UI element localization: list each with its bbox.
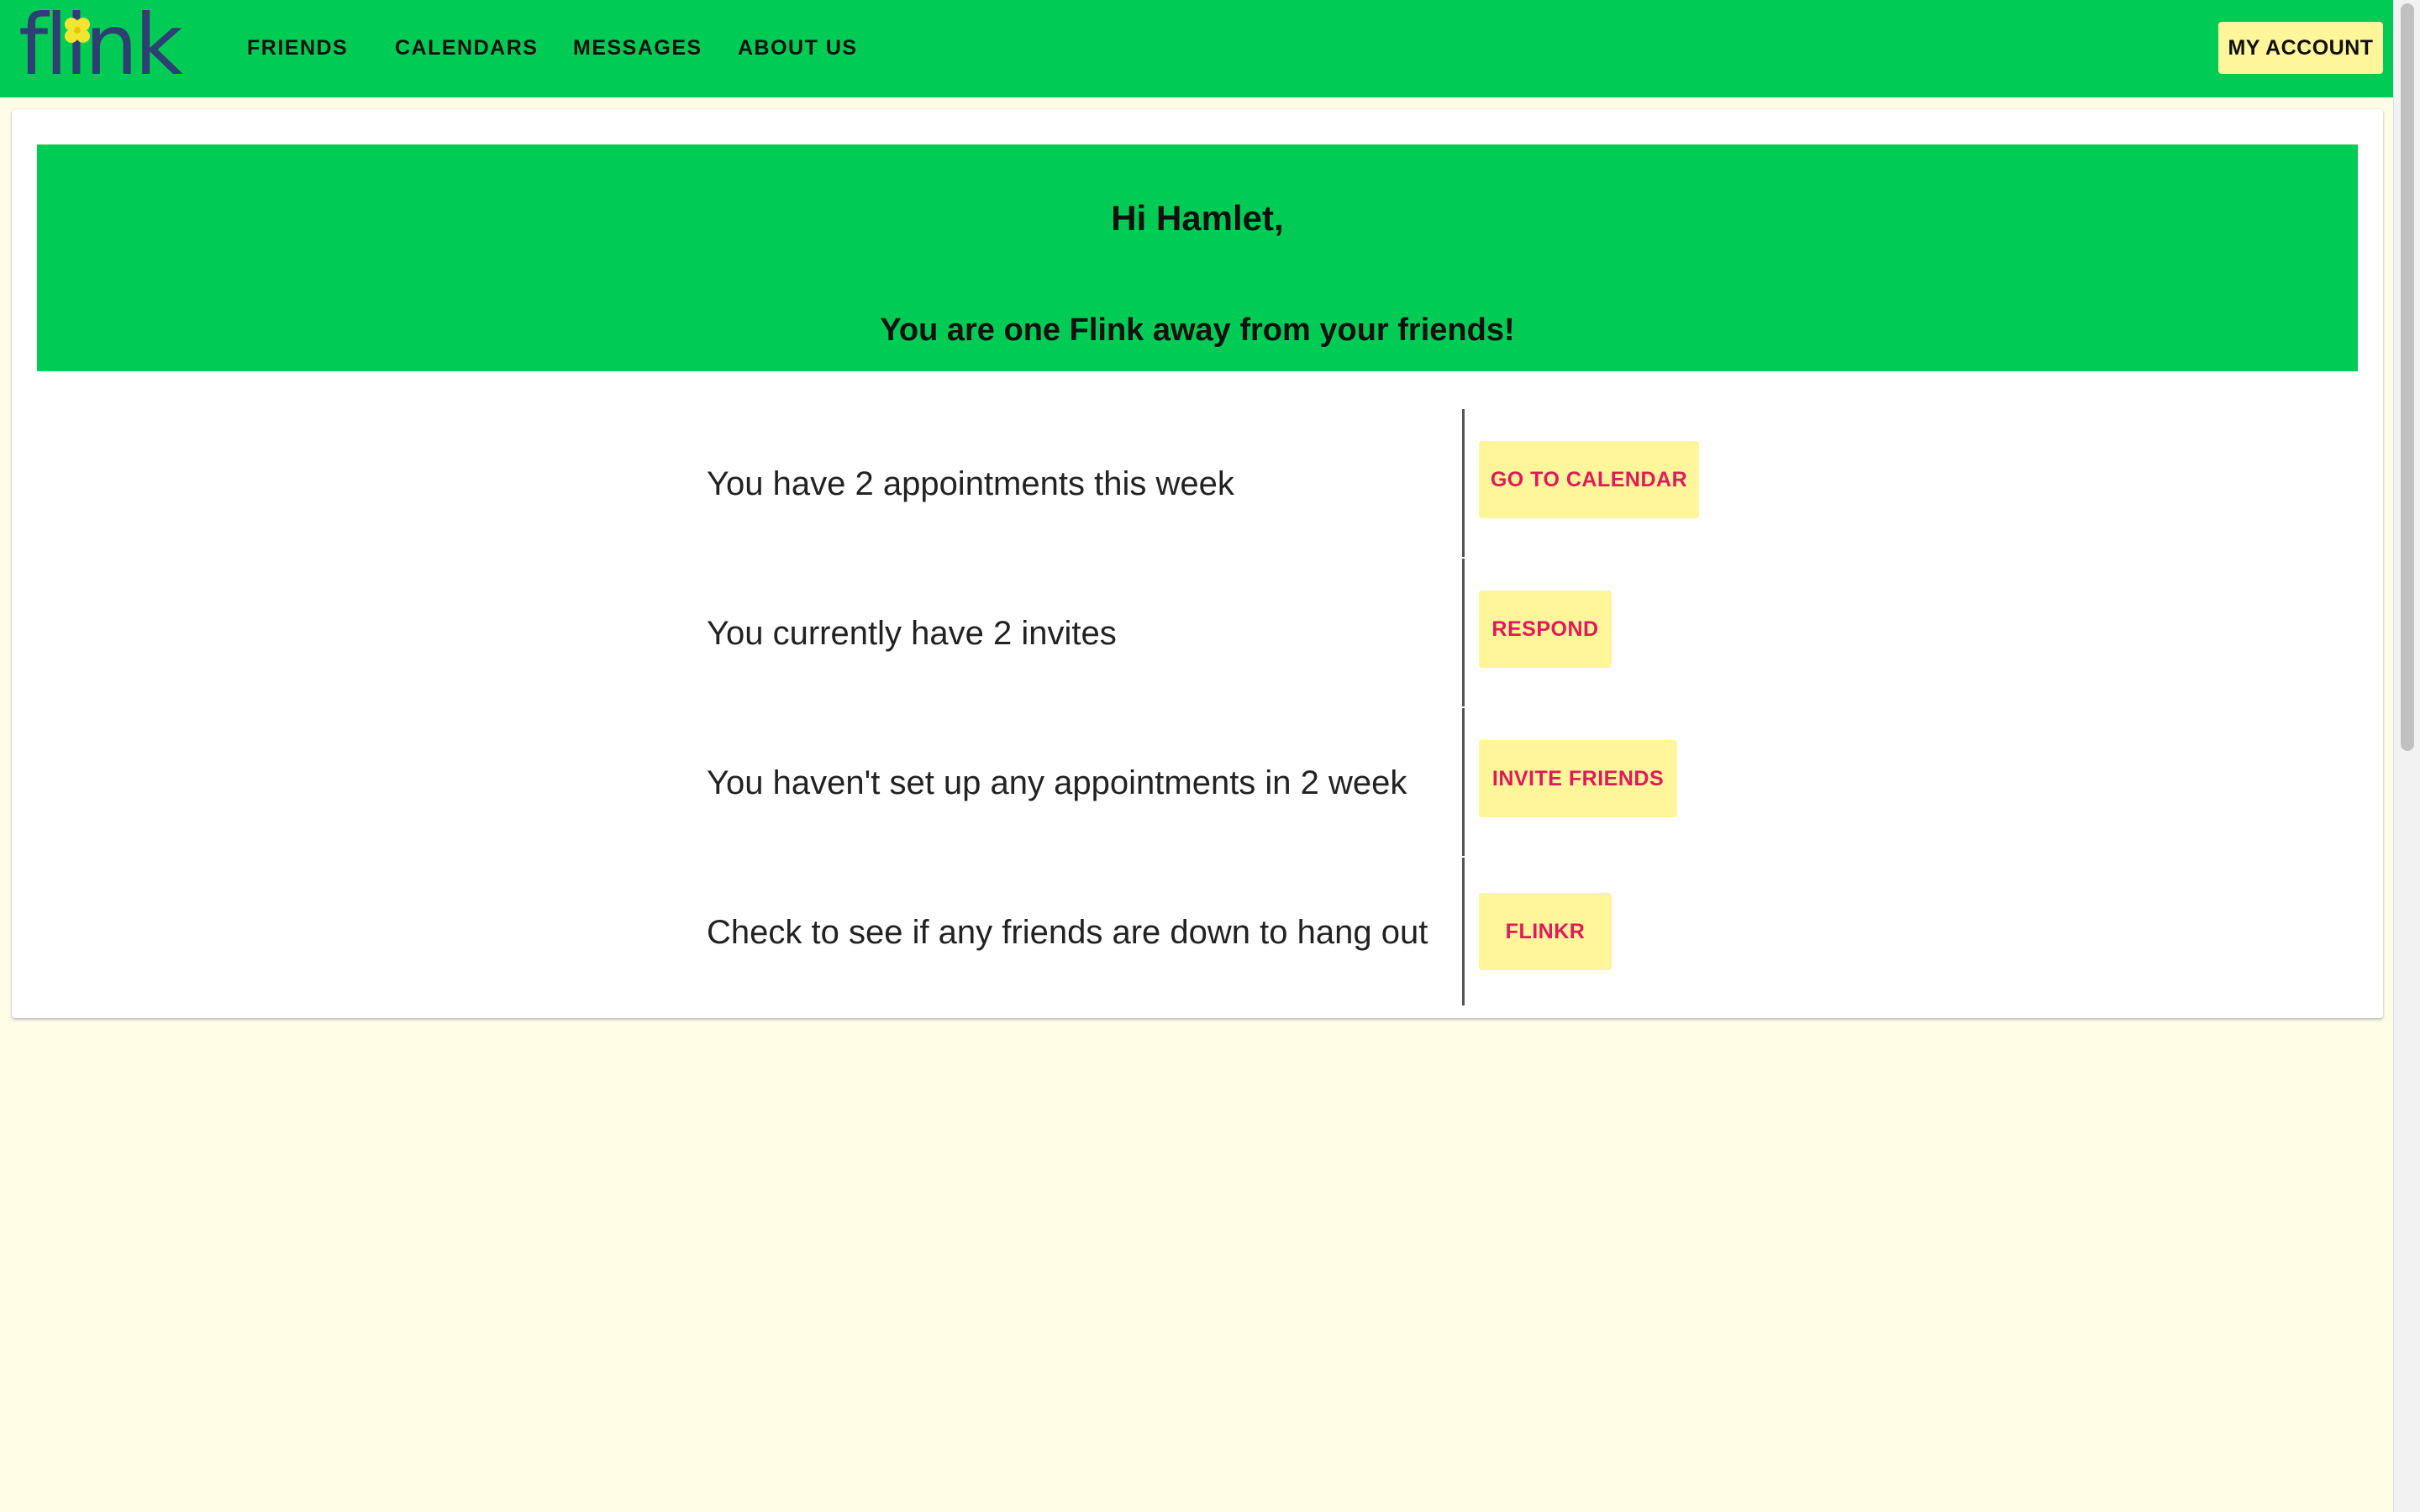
hang-out-row: Check to see if any friends are down to … xyxy=(12,858,2383,1007)
nav-friends[interactable]: FRIENDS xyxy=(247,34,348,62)
flinkr-button[interactable]: FLINKR xyxy=(1479,893,1612,970)
top-navbar: flink FRIENDS CALENDARS MESSAGES ABOUT U… xyxy=(0,0,2393,97)
no-appointments-text: You haven't set up any appointments in 2… xyxy=(707,764,1407,801)
row-divider xyxy=(1462,708,1465,856)
welcome-banner: Hi Hamlet, You are one Flink away from y… xyxy=(37,144,2358,371)
row-divider xyxy=(1462,858,1465,1005)
flower-icon xyxy=(65,18,90,43)
dashboard-card: Hi Hamlet, You are one Flink away from y… xyxy=(12,109,2383,1018)
logo-text: flink xyxy=(18,0,183,94)
page-scrollbar[interactable] xyxy=(2393,0,2420,1512)
invites-text: You currently have 2 invites xyxy=(707,615,1117,652)
row-divider xyxy=(1462,559,1465,706)
no-appointments-row: You haven't set up any appointments in 2… xyxy=(12,708,2383,858)
my-account-button[interactable]: MY ACCOUNT xyxy=(2218,22,2383,74)
nav-about-us[interactable]: ABOUT US xyxy=(738,34,858,62)
appointments-row: You have 2 appointments this week GO TO … xyxy=(12,409,2383,559)
nav-messages[interactable]: MESSAGES xyxy=(573,34,702,62)
invite-friends-button[interactable]: INVITE FRIENDS xyxy=(1479,740,1677,817)
greeting-heading: Hi Hamlet, xyxy=(1111,198,1284,238)
scrollbar-thumb[interactable] xyxy=(2401,3,2414,751)
invites-row: You currently have 2 invites RESPOND xyxy=(12,559,2383,708)
welcome-subtitle: You are one Flink away from your friends… xyxy=(880,312,1515,348)
respond-button[interactable]: RESPOND xyxy=(1479,591,1612,668)
row-divider xyxy=(1462,409,1465,557)
nav-calendars[interactable]: CALENDARS xyxy=(395,34,538,62)
flink-logo[interactable]: flink xyxy=(18,0,183,94)
go-to-calendar-button[interactable]: GO TO CALENDAR xyxy=(1479,441,1699,518)
hang-out-text: Check to see if any friends are down to … xyxy=(707,914,1428,951)
appointments-text: You have 2 appointments this week xyxy=(707,465,1234,502)
